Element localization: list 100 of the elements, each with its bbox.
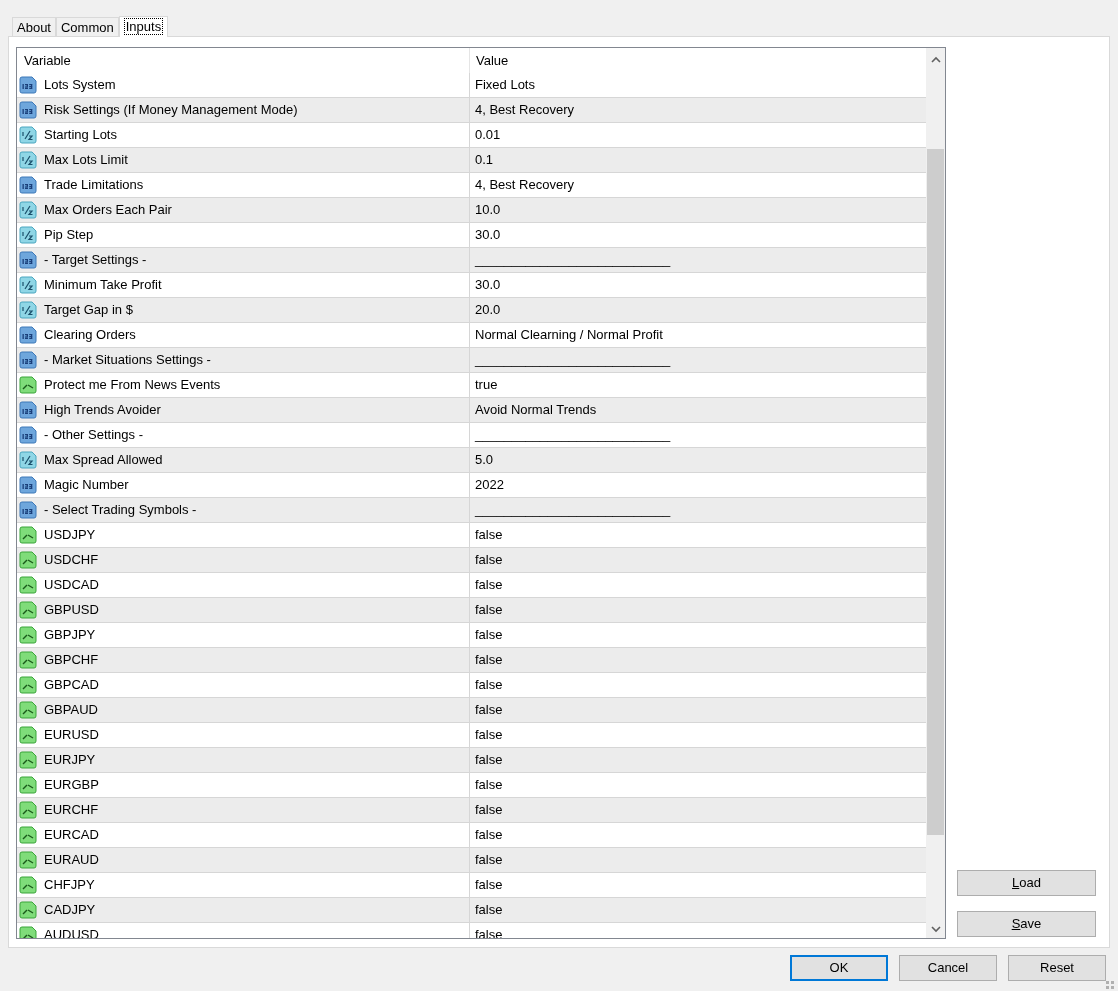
variable-name: - Select Trading Symbols - — [44, 501, 197, 520]
variable-name: EURJPY — [44, 751, 96, 770]
table-row[interactable]: Starting Lots 0.01 — [17, 123, 926, 148]
variable-value: 0.1 — [475, 151, 494, 170]
variable-value: false — [475, 651, 503, 670]
variable-name: Magic Number — [44, 476, 129, 495]
variable-name: Lots System — [44, 76, 116, 95]
table-row[interactable]: Max Orders Each Pair 10.0 — [17, 198, 926, 223]
scrollbar[interactable] — [926, 48, 945, 938]
table-row[interactable]: High Trends Avoider Avoid Normal Trends — [17, 398, 926, 423]
variable-name: CHFJPY — [44, 876, 95, 895]
table-row[interactable]: Max Lots Limit 0.1 — [17, 148, 926, 173]
table-row[interactable]: EURCAD false — [17, 823, 926, 848]
side-button[interactable]: Save — [957, 911, 1096, 937]
table-row[interactable]: GBPUSD false — [17, 598, 926, 623]
boolean-type-icon — [19, 701, 37, 719]
boolean-type-icon — [19, 551, 37, 569]
variable-name: USDJPY — [44, 526, 96, 545]
table-row[interactable]: USDCHF false — [17, 548, 926, 573]
table-row[interactable]: - Select Trading Symbols - ___________________________ — [17, 498, 926, 523]
table-row[interactable]: - Market Situations Settings - ___________________________ — [17, 348, 926, 373]
table-row[interactable]: Risk Settings (If Money Management Mode) 4, Best Recovery — [17, 98, 926, 123]
variable-value: false — [475, 676, 503, 695]
variable-value: Fixed Lots — [475, 76, 535, 95]
variable-value: 4, Best Recovery — [475, 176, 574, 195]
side-button[interactable]: Load — [957, 870, 1096, 896]
integer-type-icon — [19, 326, 37, 344]
table-row[interactable]: EURJPY false — [17, 748, 926, 773]
integer-type-icon — [19, 76, 37, 94]
table-row[interactable]: EURUSD false — [17, 723, 926, 748]
table-row[interactable]: Magic Number 2022 — [17, 473, 926, 498]
boolean-type-icon — [19, 526, 37, 544]
table-row[interactable]: GBPCAD false — [17, 673, 926, 698]
table-row[interactable]: GBPJPY false — [17, 623, 926, 648]
scroll-up-icon[interactable] — [930, 56, 941, 63]
boolean-type-icon — [19, 601, 37, 619]
variable-name: Max Lots Limit — [44, 151, 128, 170]
variable-value: false — [475, 601, 503, 620]
variable-value: false — [475, 851, 503, 870]
table-row[interactable]: GBPAUD false — [17, 698, 926, 723]
table-row[interactable]: - Other Settings - ___________________________ — [17, 423, 926, 448]
integer-type-icon — [19, 476, 37, 494]
variable-name: Trade Limitations — [44, 176, 144, 195]
table-row[interactable]: EURAUD false — [17, 848, 926, 873]
boolean-type-icon — [19, 676, 37, 694]
variable-name: USDCHF — [44, 551, 99, 570]
fraction-type-icon — [19, 226, 37, 244]
table-row[interactable]: - Target Settings - ___________________________ — [17, 248, 926, 273]
table-row[interactable]: EURCHF false — [17, 798, 926, 823]
table-row[interactable]: EURGBP false — [17, 773, 926, 798]
boolean-type-icon — [19, 876, 37, 894]
variable-value: Avoid Normal Trends — [475, 401, 597, 420]
variable-value: 4, Best Recovery — [475, 101, 574, 120]
boolean-type-icon — [19, 801, 37, 819]
table-row[interactable]: Target Gap in $ 20.0 — [17, 298, 926, 323]
table-row[interactable]: USDCAD false — [17, 573, 926, 598]
fraction-type-icon — [19, 126, 37, 144]
integer-type-icon — [19, 401, 37, 419]
table-row[interactable]: Max Spread Allowed 5.0 — [17, 448, 926, 473]
boolean-type-icon — [19, 776, 37, 794]
resize-grip-icon[interactable] — [1106, 981, 1114, 989]
variable-value: ___________________________ — [475, 426, 671, 445]
variable-value: false — [475, 901, 503, 920]
scrollbar-thumb[interactable] — [927, 149, 944, 835]
variable-name: Minimum Take Profit — [44, 276, 162, 295]
boolean-type-icon — [19, 851, 37, 869]
boolean-type-icon — [19, 576, 37, 594]
dialog-button[interactable]: Reset — [1008, 955, 1106, 981]
table-row[interactable]: GBPCHF false — [17, 648, 926, 673]
table-row[interactable]: Pip Step 30.0 — [17, 223, 926, 248]
tab[interactable]: About — [12, 17, 56, 36]
table-row[interactable]: USDJPY false — [17, 523, 926, 548]
scroll-down-icon[interactable] — [930, 926, 941, 933]
boolean-type-icon — [19, 726, 37, 744]
fraction-type-icon — [19, 301, 37, 319]
variable-name: Pip Step — [44, 226, 94, 245]
tab[interactable]: Inputs — [118, 16, 169, 37]
fraction-type-icon — [19, 451, 37, 469]
variable-value: 10.0 — [475, 201, 501, 220]
column-header[interactable]: Value — [470, 48, 926, 73]
integer-type-icon — [19, 251, 37, 269]
table-row[interactable]: Clearing Orders Normal Clearning / Normal Profit — [17, 323, 926, 348]
fraction-type-icon — [19, 151, 37, 169]
variable-name: Max Orders Each Pair — [44, 201, 172, 220]
variable-value: false — [475, 776, 503, 795]
variable-name: EURUSD — [44, 726, 99, 745]
table-row[interactable]: CHFJPY false — [17, 873, 926, 898]
dialog-button[interactable]: Cancel — [899, 955, 997, 981]
integer-type-icon — [19, 101, 37, 119]
table-row[interactable]: CADJPY false — [17, 898, 926, 923]
table-row[interactable]: Trade Limitations 4, Best Recovery — [17, 173, 926, 198]
variable-value: 0.01 — [475, 126, 501, 145]
table-row[interactable]: Protect me From News Events true — [17, 373, 926, 398]
table-row[interactable]: Minimum Take Profit 30.0 — [17, 273, 926, 298]
dialog-button[interactable]: OK — [790, 955, 888, 981]
table-row[interactable]: Lots System Fixed Lots — [17, 73, 926, 98]
variable-name: USDCAD — [44, 576, 99, 595]
tab[interactable]: Common — [56, 17, 119, 36]
variable-value: false — [475, 701, 503, 720]
variable-name: - Other Settings - — [44, 426, 143, 445]
